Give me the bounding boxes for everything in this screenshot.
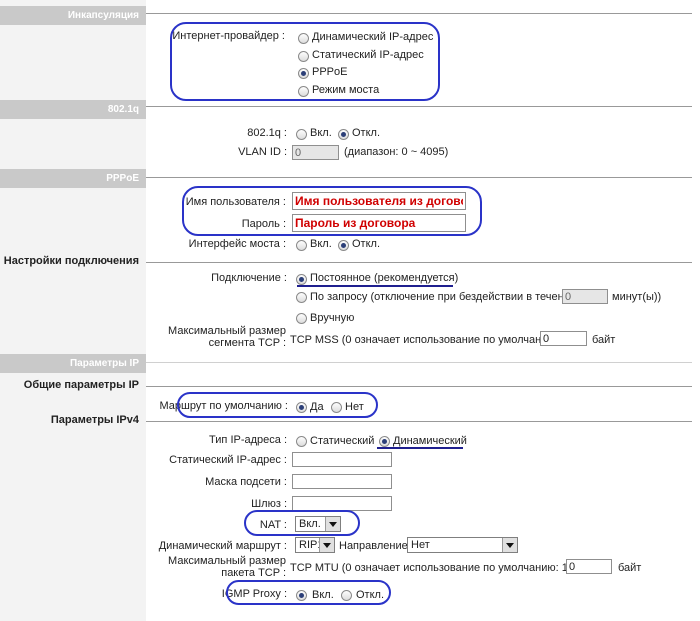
- mss-text: TCP MSS (0 означает использование по умо…: [290, 334, 560, 346]
- vlan-id-input[interactable]: [292, 145, 339, 160]
- subnet-mask-input[interactable]: [292, 474, 392, 489]
- direction-select-value: Нет: [411, 539, 430, 551]
- divider: [146, 362, 692, 363]
- mask-label: Маска подсети :: [205, 476, 287, 488]
- mss-unit: байт: [592, 334, 616, 346]
- connection-manual-radio[interactable]: [296, 313, 307, 324]
- static-ip-input[interactable]: [292, 452, 392, 467]
- ip-type-dynamic-label[interactable]: Динамический: [393, 435, 467, 447]
- connection-ondemand-label[interactable]: По запросу (отключение при бездействии в…: [310, 291, 576, 303]
- mtu-unit: байт: [618, 562, 642, 574]
- q8021-off-radio[interactable]: [338, 129, 349, 140]
- divider: [146, 106, 692, 107]
- static-ip-label: Статический IP-адрес :: [169, 454, 287, 466]
- chevron-down-icon: [502, 538, 517, 552]
- section-ip-params: Параметры IP: [0, 354, 146, 373]
- gateway-input[interactable]: [292, 496, 392, 511]
- connection-label: Подключение :: [211, 272, 287, 284]
- section-pppoe: PPPoE: [0, 169, 146, 188]
- mtu-label-line1: Максимальный размер: [168, 555, 286, 567]
- mtu-input[interactable]: [566, 559, 612, 574]
- ip-type-label: Тип IP-адреса :: [209, 434, 287, 446]
- direction-select[interactable]: Нет: [407, 537, 518, 553]
- divider: [146, 13, 692, 14]
- mtu-text: TCP MTU (0 означает использование по умо…: [290, 562, 590, 574]
- gateway-label: Шлюз :: [251, 498, 287, 510]
- direction-label: Направление: [339, 540, 408, 552]
- bridge-off-label[interactable]: Откл.: [352, 238, 380, 250]
- highlight-igmp: [226, 580, 391, 605]
- dyn-route-select[interactable]: RIP1: [295, 537, 335, 553]
- mtu-label-line2: пакета TCP :: [221, 567, 286, 579]
- mss-label-line1: Максимальный размер: [168, 325, 286, 337]
- chevron-down-icon: [319, 538, 334, 552]
- divider: [146, 421, 692, 422]
- vlan-label: VLAN ID :: [238, 146, 287, 158]
- bridge-label: Интерфейс моста :: [188, 238, 286, 250]
- minutes-text: минут(ы)): [612, 291, 662, 303]
- highlight-provider: [170, 22, 440, 101]
- highlight-credentials: [182, 186, 482, 236]
- connection-ondemand-radio[interactable]: [296, 292, 307, 303]
- mss-label-line2: сегмента TCP :: [208, 337, 286, 349]
- section-encapsulation: Инкапсуляция: [0, 6, 146, 25]
- vlan-range-text: (диапазон: 0 ~ 4095): [344, 146, 449, 158]
- dyn-route-label: Динамический маршрут :: [158, 540, 287, 552]
- highlight-nat: [244, 510, 360, 536]
- divider: [146, 386, 692, 387]
- q8021-off-label[interactable]: Откл.: [352, 127, 380, 139]
- highlight-underline-dynamic: [377, 447, 463, 449]
- divider: [146, 177, 692, 178]
- highlight-default-route: [177, 392, 378, 418]
- sidebar-ipv4: Параметры IPv4: [50, 414, 139, 426]
- connection-always-label[interactable]: Постоянное (рекомендуется): [310, 272, 458, 284]
- sidebar-general-ip: Общие параметры IP: [23, 379, 139, 391]
- connection-manual-label[interactable]: Вручную: [310, 312, 354, 324]
- highlight-underline-always: [297, 285, 453, 287]
- q8021-on-label[interactable]: Вкл.: [310, 127, 332, 139]
- ip-type-static-label[interactable]: Статический: [310, 435, 374, 447]
- bridge-on-radio[interactable]: [296, 240, 307, 251]
- divider: [146, 262, 692, 263]
- bridge-off-radio[interactable]: [338, 240, 349, 251]
- ip-type-dynamic-radio[interactable]: [379, 436, 390, 447]
- bridge-on-label[interactable]: Вкл.: [310, 238, 332, 250]
- idle-minutes-input[interactable]: [562, 289, 608, 304]
- sidebar-connection-settings: Настройки подключения: [3, 255, 139, 267]
- sidebar-background: [0, 0, 146, 621]
- connection-always-radio[interactable]: [296, 274, 307, 285]
- ip-type-static-radio[interactable]: [296, 436, 307, 447]
- q8021-label: 802.1q :: [247, 127, 287, 139]
- mss-input[interactable]: [540, 331, 587, 346]
- section-8021q: 802.1q: [0, 100, 146, 119]
- q8021-on-radio[interactable]: [296, 129, 307, 140]
